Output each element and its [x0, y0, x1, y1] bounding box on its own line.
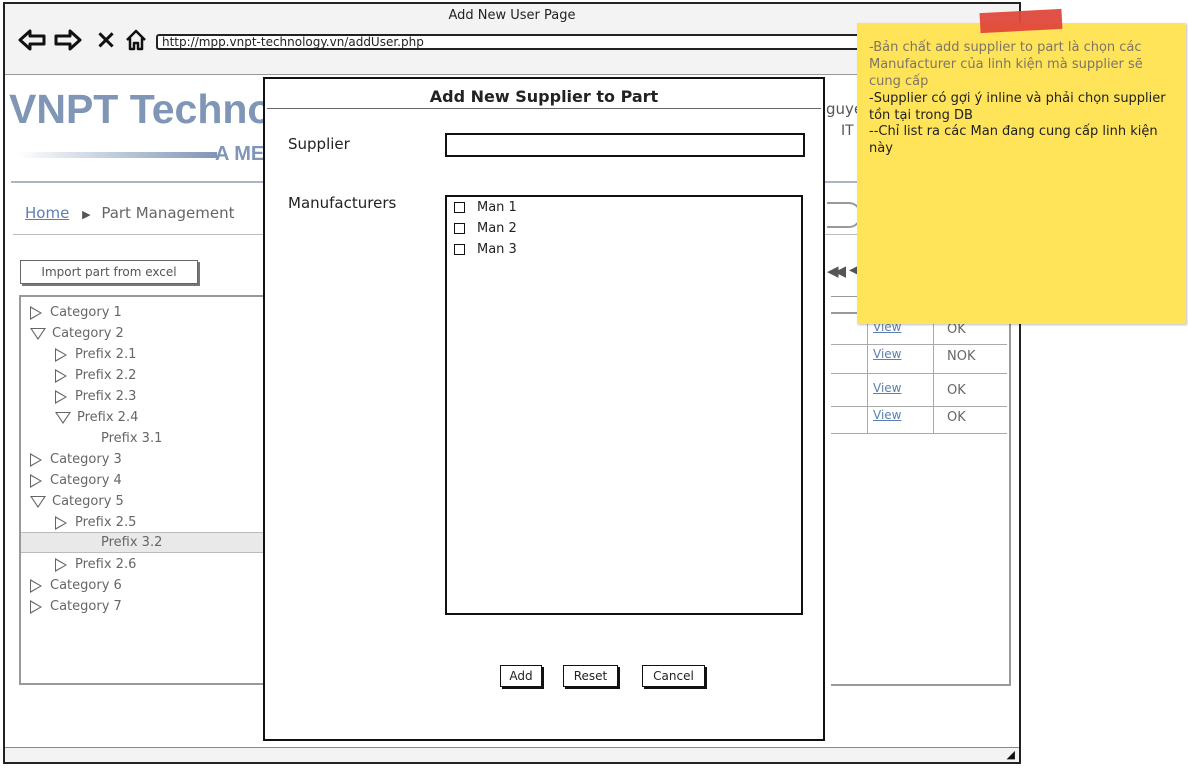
brand-subtitle: A ME [215, 143, 265, 165]
note-line: -Bản chất add supplier to part là chọn c… [869, 40, 1143, 89]
expand-right-icon [30, 473, 42, 488]
expand-right-icon [55, 389, 67, 404]
parts-table-partial [831, 296, 1011, 686]
window-title: Add New User Page [448, 8, 576, 23]
resize-grip-icon[interactable]: ◢ [1007, 748, 1015, 761]
tree-item[interactable]: Category 6 [30, 575, 122, 596]
browser-statusbar: ◢ [5, 747, 1019, 762]
table-row-divider [831, 373, 1007, 374]
brand-underline [17, 152, 217, 158]
user-role-partial: IT [841, 123, 854, 139]
sticky-tape [979, 8, 1063, 34]
manufacturer-option[interactable]: Man 1 [454, 198, 517, 216]
table-row-divider [831, 433, 1007, 434]
table-view-link[interactable]: View [873, 408, 901, 422]
close-x-icon[interactable]: × [91, 27, 121, 53]
tree-item[interactable]: Prefix 2.6 [55, 554, 136, 575]
manufacturer-option[interactable]: Man 2 [454, 219, 517, 237]
expand-right-icon [30, 305, 42, 320]
supplier-input[interactable] [445, 133, 805, 157]
add-button[interactable]: Add [500, 665, 542, 687]
note-line: -Supplier có gợi ý inline và phải chọn s… [869, 91, 1166, 123]
back-arrow-icon[interactable] [17, 28, 47, 52]
brand-logo-text: VNPT Techno [9, 86, 273, 132]
tree-item[interactable]: Category 4 [30, 470, 122, 491]
expand-down-icon [30, 327, 46, 340]
tree-item[interactable]: Category 5 [30, 491, 124, 512]
table-view-link[interactable]: View [873, 381, 901, 395]
tree-item[interactable]: Category 7 [30, 596, 122, 617]
expand-right-icon [30, 578, 42, 593]
manufacturer-option[interactable]: Man 3 [454, 240, 517, 258]
table-status: OK [947, 322, 966, 337]
manufacturer-checkbox[interactable] [454, 222, 465, 234]
tree-item[interactable]: Prefix 2.3 [55, 386, 136, 407]
tree-item[interactable]: Prefix 2.4 [55, 407, 138, 428]
table-view-link[interactable]: View [873, 347, 901, 361]
tree-item[interactable]: Category 1 [30, 302, 122, 323]
dialog-title-divider [267, 108, 821, 109]
tree-item-selected[interactable]: Prefix 3.2 [21, 532, 277, 553]
note-line: --Chỉ list ra các Man đang cung cấp linh… [869, 124, 1158, 156]
expand-down-icon [30, 495, 46, 508]
expand-right-icon [30, 599, 42, 614]
expand-down-icon [55, 411, 71, 424]
supplier-label: Supplier [288, 135, 350, 153]
table-column-divider [933, 314, 934, 434]
expand-right-icon [30, 452, 42, 467]
manufacturers-label: Manufacturers [288, 194, 397, 212]
add-supplier-dialog: Add New Supplier to Part Supplier Manufa… [263, 77, 825, 741]
breadcrumb: Home ▶ Part Management [25, 204, 235, 222]
manufacturer-name: Man 2 [477, 220, 517, 236]
manufacturer-checkbox[interactable] [454, 201, 465, 213]
pagination-first-icon[interactable]: ◀◀ [827, 262, 846, 280]
reset-button[interactable]: Reset [563, 665, 618, 687]
tree-item[interactable]: Prefix 2.2 [55, 365, 136, 386]
table-status: OK [947, 383, 966, 398]
sticky-note: -Bản chất add supplier to part là chọn c… [857, 23, 1186, 324]
tree-item[interactable]: Category 3 [30, 449, 122, 470]
breadcrumb-arrow-icon: ▶ [82, 208, 91, 221]
manufacturer-checkbox[interactable] [454, 243, 465, 255]
expand-right-icon [55, 557, 67, 572]
expand-right-icon [55, 368, 67, 383]
tree-item[interactable]: Category 2 [30, 323, 124, 344]
breadcrumb-home-link[interactable]: Home [25, 204, 69, 222]
table-row-divider [831, 344, 1007, 345]
category-tree: Category 1 Category 2 Prefix 2.1 Prefix … [19, 295, 279, 685]
forward-arrow-icon[interactable] [53, 28, 83, 52]
table-status: NOK [947, 349, 976, 364]
cancel-button[interactable]: Cancel [642, 665, 705, 687]
tree-item[interactable]: Prefix 2.5 [55, 512, 136, 533]
table-column-divider [867, 314, 868, 434]
dialog-title: Add New Supplier to Part [429, 87, 659, 106]
manufacturer-list: Man 1 Man 2 Man 3 [445, 195, 803, 615]
home-icon[interactable] [121, 28, 151, 52]
expand-right-icon [55, 347, 67, 362]
table-status: OK [947, 410, 966, 425]
import-part-button[interactable]: Import part from excel [20, 260, 198, 284]
manufacturer-name: Man 3 [477, 241, 517, 257]
search-box-partial[interactable] [827, 202, 861, 228]
tree-item[interactable]: Prefix 2.1 [55, 344, 136, 365]
breadcrumb-current: Part Management [101, 204, 235, 222]
manufacturer-name: Man 1 [477, 199, 517, 215]
expand-right-icon [55, 515, 67, 530]
tree-item[interactable]: Prefix 3.1 [101, 428, 162, 449]
table-row-divider [831, 406, 1007, 407]
